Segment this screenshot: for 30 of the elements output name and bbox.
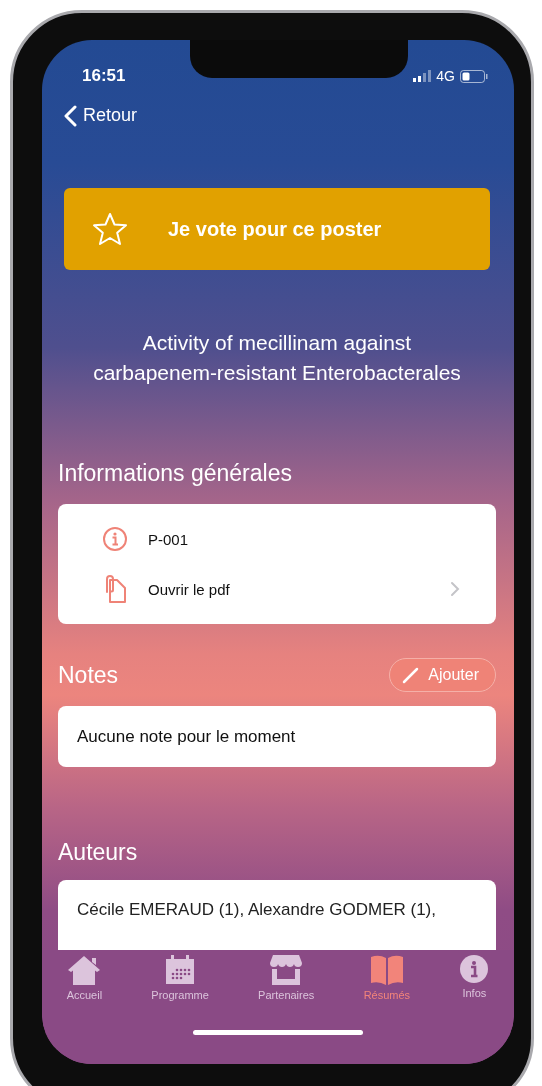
star-icon xyxy=(92,212,128,247)
section-heading: Informations générales xyxy=(58,459,293,488)
vote-button[interactable]: Je vote pour ce poster xyxy=(64,188,490,270)
chevron-left-icon xyxy=(64,104,77,127)
tab-item[interactable]: Accueil xyxy=(62,954,107,1001)
tab-item[interactable]: Programme xyxy=(147,954,213,1001)
section-heading: Auteurs xyxy=(58,838,139,867)
house-icon xyxy=(67,954,102,986)
tab-item[interactable]: Infos xyxy=(455,954,494,999)
poster-title: Activity of mecillinam against carbapenem-resistant Enterobacterales xyxy=(92,330,462,386)
battery-icon xyxy=(460,69,488,83)
open-book-icon xyxy=(369,954,404,986)
back-button[interactable]: Retour xyxy=(64,103,138,129)
network-label: 4G xyxy=(436,68,455,84)
info-icon xyxy=(459,954,490,984)
pencil-icon xyxy=(402,666,421,684)
section-heading: Notes xyxy=(58,661,119,690)
authors-text: Cécile EMERAUD (1), Alexandre GODMER (1), xyxy=(77,900,436,919)
info-icon xyxy=(102,526,128,552)
status-time: 16:51 xyxy=(82,65,126,87)
signal-icon xyxy=(413,70,432,82)
tab-item[interactable]: Résumés xyxy=(359,954,415,1001)
storefront-icon xyxy=(269,954,304,986)
empty-notes-text: Aucune note pour le moment xyxy=(77,726,296,747)
chevron-right-icon xyxy=(450,581,460,597)
add-note-button[interactable]: Ajouter xyxy=(389,658,496,692)
calendar-icon xyxy=(164,954,197,986)
open-pdf-row[interactable]: Ouvrir le pdf xyxy=(58,574,496,604)
tab-item[interactable]: Partenaires xyxy=(254,954,319,1001)
info-row: P-001 xyxy=(58,524,496,554)
